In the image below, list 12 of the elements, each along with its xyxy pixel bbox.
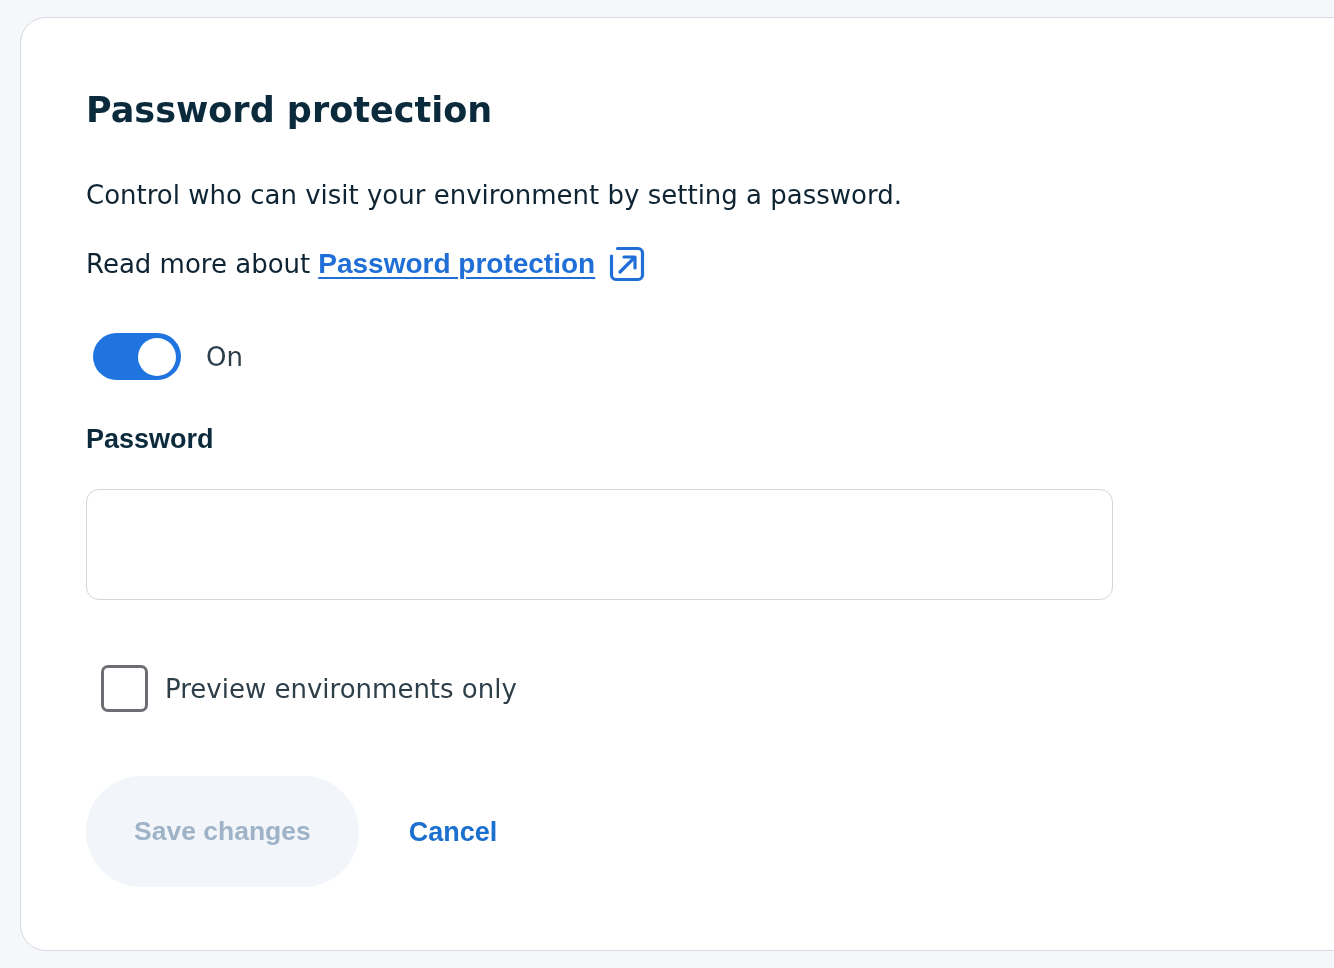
description-text: Control who can visit your environment by setting a password.: [86, 179, 902, 212]
section-title: Password protection: [86, 89, 493, 132]
checkbox[interactable]: [101, 665, 148, 712]
external-link-icon[interactable]: [609, 246, 646, 282]
read-more-text: Read more about: [86, 248, 311, 281]
toggle-switch[interactable]: [93, 333, 181, 380]
field-label: Password: [86, 423, 214, 456]
checkbox-label: Preview environments only: [165, 672, 517, 706]
password-input[interactable]: [86, 489, 1113, 600]
toggle-label: On: [206, 340, 243, 374]
docs-link[interactable]: Password protection: [318, 247, 596, 281]
cancel-button[interactable]: Cancel: [408, 814, 498, 849]
